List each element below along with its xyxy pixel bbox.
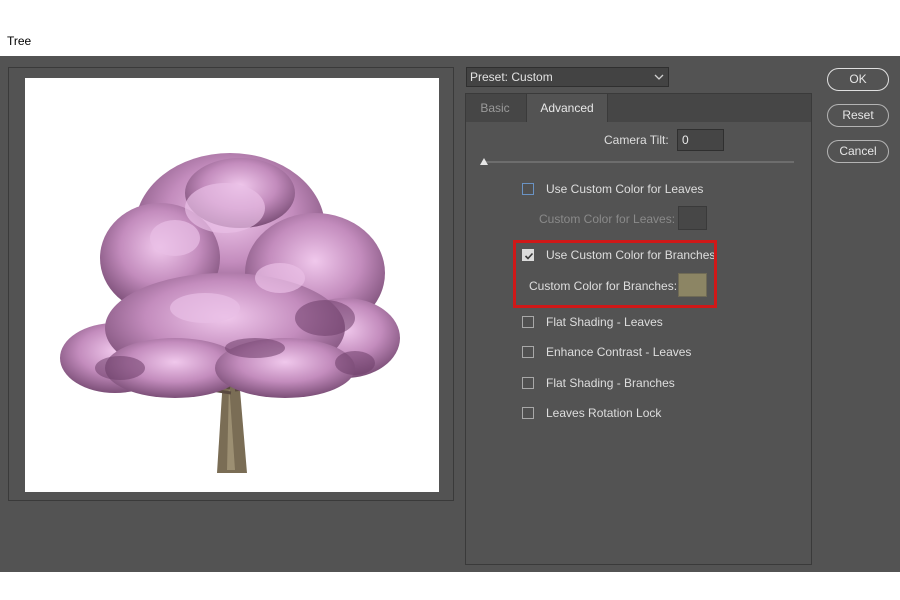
settings-panel: Basic Advanced	[465, 93, 812, 565]
tree-dialog: Preset: Custom Basic Advanced	[0, 56, 900, 572]
leaves-rotation-lock-checkbox[interactable]	[522, 407, 534, 419]
ok-button[interactable]: OK	[827, 68, 889, 91]
window-title: Tree	[7, 34, 32, 48]
camera-tilt-slider-thumb[interactable]	[480, 158, 488, 165]
flat-shading-leaves-label: Flat Shading - Leaves	[546, 315, 663, 329]
tree-preview	[25, 78, 439, 492]
reset-button[interactable]: Reset	[827, 104, 889, 127]
preset-label: Preset: Custom	[470, 70, 553, 84]
chevron-down-icon	[654, 71, 664, 85]
flat-shading-branches-checkbox[interactable]	[522, 377, 534, 389]
leaves-color-label: Custom Color for Leaves:	[539, 212, 676, 226]
cancel-button[interactable]: Cancel	[827, 140, 889, 163]
preset-dropdown[interactable]: Preset: Custom	[466, 67, 669, 87]
leaves-color-swatch	[678, 206, 707, 230]
preview-frame	[8, 67, 454, 501]
bottom-strip	[0, 572, 900, 600]
flat-shading-leaves-checkbox[interactable]	[522, 316, 534, 328]
tab-basic[interactable]: Basic	[466, 94, 524, 122]
tab-bar: Basic Advanced	[466, 94, 811, 122]
leaves-rotation-lock-label: Leaves Rotation Lock	[546, 406, 662, 420]
tree-preview-image	[60, 153, 400, 473]
tab-advanced[interactable]: Advanced	[526, 94, 608, 122]
camera-tilt-input[interactable]: 0	[677, 129, 724, 151]
camera-tilt-label: Camera Tilt:	[604, 133, 669, 147]
leaves-color-toggle-label: Use Custom Color for Leaves	[546, 182, 704, 196]
annotation-highlight-box	[513, 240, 717, 308]
flat-shading-branches-label: Flat Shading - Branches	[546, 376, 675, 390]
enhance-contrast-leaves-label: Enhance Contrast - Leaves	[546, 345, 692, 359]
leaves-color-checkbox[interactable]	[522, 183, 534, 195]
enhance-contrast-leaves-checkbox[interactable]	[522, 346, 534, 358]
camera-tilt-slider[interactable]	[482, 161, 794, 163]
title-bar: Tree	[0, 0, 900, 56]
camera-tilt-value: 0	[682, 133, 689, 147]
